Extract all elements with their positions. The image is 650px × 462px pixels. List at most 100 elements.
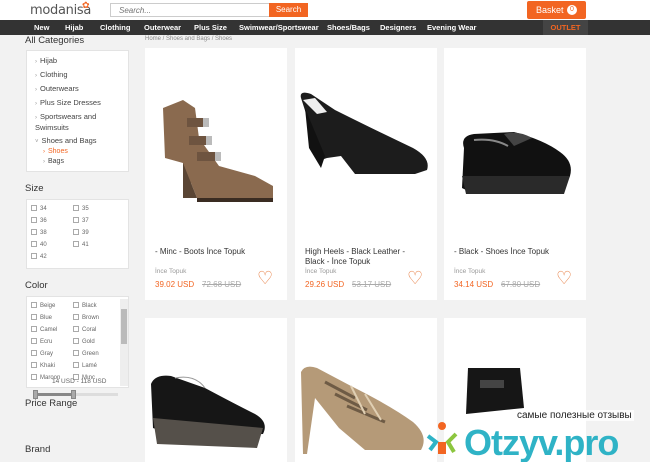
nav-item-shoes-bags[interactable]: Shoes/Bags <box>327 20 370 35</box>
product-card[interactable]: - Minc - Boots İnce Topuk İnce Topuk 39.… <box>145 48 287 300</box>
main-nav: New Hijab Clothing Outerwear Plus Size S… <box>0 20 650 35</box>
product-title[interactable]: High Heels - Black Leather - Black - İnc… <box>305 247 423 267</box>
product-card[interactable]: - Black - Shoes İnce Topuk İnce Topuk 34… <box>444 48 586 300</box>
product-price: 39.02 USD <box>155 280 195 289</box>
size-checkbox[interactable]: 35 <box>73 205 89 212</box>
product-title[interactable]: - Black - Shoes İnce Topuk <box>454 247 572 257</box>
nav-item-hijab[interactable]: Hijab <box>65 20 83 35</box>
product-card[interactable] <box>295 318 437 462</box>
scrollbar-thumb[interactable] <box>121 309 127 344</box>
heart-icon[interactable]: ♡ <box>407 269 423 287</box>
basket-button[interactable]: Basket 0 <box>527 1 586 19</box>
chevron-right-icon: › <box>35 59 37 65</box>
size-checkbox[interactable]: 37 <box>73 217 89 224</box>
search-input[interactable] <box>110 3 270 17</box>
subcategory-shoes[interactable]: › Shoes <box>43 147 68 157</box>
product-image[interactable] <box>295 48 437 233</box>
price-range-value: 14 USD - 118 USD <box>52 378 107 385</box>
breadcrumb[interactable]: Home / Shoes and Bags / Shoes <box>145 36 232 42</box>
nav-item-plus-size[interactable]: Plus Size <box>194 20 227 35</box>
nav-item-swimwear[interactable]: Swimwear/Sportswear <box>239 20 319 35</box>
product-price: 34.14 USD <box>454 280 494 289</box>
category-shoes-bags[interactable]: ˅ Shoes and Bags <box>35 136 97 147</box>
basket-label: Basket <box>536 5 564 15</box>
price-slider[interactable] <box>33 390 118 399</box>
chevron-right-icon: › <box>43 159 45 165</box>
brand-heading: Brand <box>25 444 51 455</box>
nav-item-clothing[interactable]: Clothing <box>100 20 130 35</box>
chevron-down-icon: ˅ <box>35 139 39 145</box>
size-checkbox[interactable]: 39 <box>73 229 89 236</box>
chevron-right-icon: › <box>43 149 45 155</box>
category-outerwears[interactable]: › Outerwears <box>35 84 79 95</box>
watermark: самые полезные отзывы Otzyv.pro <box>420 408 650 462</box>
nav-item-outlet[interactable]: OUTLET <box>543 20 588 35</box>
product-image[interactable] <box>145 318 287 462</box>
color-checkbox[interactable]: Blue <box>31 314 52 321</box>
basket-count-badge: 0 <box>567 5 577 15</box>
color-list-scrollbar[interactable] <box>120 299 128 386</box>
size-checkbox[interactable]: 38 <box>31 229 47 236</box>
heart-icon[interactable]: ♡ <box>556 269 572 287</box>
chevron-right-icon: › <box>35 115 37 121</box>
color-checkbox[interactable]: Brown <box>73 314 99 321</box>
size-checkbox[interactable]: 40 <box>31 241 47 248</box>
watermark-tagline: самые полезные отзывы <box>515 410 634 421</box>
product-price: 29.26 USD <box>305 280 345 289</box>
size-checkbox[interactable]: 34 <box>31 205 47 212</box>
slider-min-handle[interactable] <box>33 390 38 399</box>
slider-max-handle[interactable] <box>71 390 76 399</box>
price-heading: Price Range <box>25 398 78 409</box>
size-heading: Size <box>25 183 44 194</box>
product-category: İnce Topuk <box>454 268 486 275</box>
category-hijab[interactable]: › Hijab <box>35 56 57 67</box>
product-old-price: 67.80 USD <box>501 280 541 289</box>
watermark-logo-icon <box>426 422 458 454</box>
categories-heading: All Categories <box>25 35 85 46</box>
nav-item-designers[interactable]: Designers <box>380 20 416 35</box>
color-checkbox[interactable]: Black <box>73 302 97 309</box>
chevron-right-icon: › <box>35 101 37 107</box>
watermark-site: Otzyv.pro <box>464 422 619 462</box>
product-category: İnce Topuk <box>155 268 187 275</box>
categories-box: › Hijab › Clothing › Outerwears › Plus Size … <box>26 50 129 172</box>
color-checkbox[interactable]: Green <box>73 350 99 357</box>
product-card[interactable] <box>145 318 287 462</box>
color-heading: Color <box>25 280 48 291</box>
search-button[interactable]: Search <box>269 3 308 17</box>
color-checkbox[interactable]: Gray <box>31 350 53 357</box>
product-image[interactable] <box>145 48 287 233</box>
nav-item-outerwear[interactable]: Outerwear <box>144 20 181 35</box>
product-image[interactable] <box>444 48 586 233</box>
size-checkbox[interactable]: 41 <box>73 241 89 248</box>
category-clothing[interactable]: › Clothing <box>35 70 68 81</box>
color-checkbox[interactable]: Khaki <box>31 362 55 369</box>
product-old-price: 53.17 USD <box>352 280 392 289</box>
color-checkbox[interactable]: Coral <box>73 326 96 333</box>
nav-item-new[interactable]: New <box>34 20 49 35</box>
color-checkbox[interactable]: Gold <box>73 338 95 345</box>
color-checkbox[interactable]: Lamé <box>73 362 97 369</box>
subcategory-bags[interactable]: › Bags <box>43 157 64 167</box>
filter-sidebar: All Categories › Hijab › Clothing › Outerwe… <box>0 35 140 462</box>
category-plus-size[interactable]: › Plus Size Dresses <box>35 98 101 109</box>
category-sportswears[interactable]: › Sportswears and Swimsuits <box>35 112 125 132</box>
nav-item-evening-wear[interactable]: Evening Wear <box>427 20 476 35</box>
size-checkbox[interactable]: 42 <box>31 253 47 260</box>
color-checkbox[interactable]: Beige <box>31 302 55 309</box>
chevron-right-icon: › <box>35 87 37 93</box>
heart-icon[interactable]: ♡ <box>257 269 273 287</box>
slider-fill <box>33 393 73 396</box>
header: modanisa ✿ Search Basket 0 <box>0 0 650 20</box>
size-checkbox[interactable]: 36 <box>31 217 47 224</box>
product-old-price: 72.68 USD <box>202 280 242 289</box>
size-filter-box: 34 35 36 37 38 39 40 41 42 <box>26 199 129 269</box>
product-category: İnce Topuk <box>305 268 337 275</box>
product-card[interactable]: High Heels - Black Leather - Black - İnc… <box>295 48 437 300</box>
product-title[interactable]: - Minc - Boots İnce Topuk <box>155 247 273 257</box>
product-image[interactable] <box>295 318 437 462</box>
color-checkbox[interactable]: Ecru <box>31 338 52 345</box>
logo-flower-icon: ✿ <box>82 0 90 10</box>
color-filter-box: Beige Black Blue Brown Camel Coral Ecru … <box>26 296 129 388</box>
color-checkbox[interactable]: Camel <box>31 326 57 333</box>
